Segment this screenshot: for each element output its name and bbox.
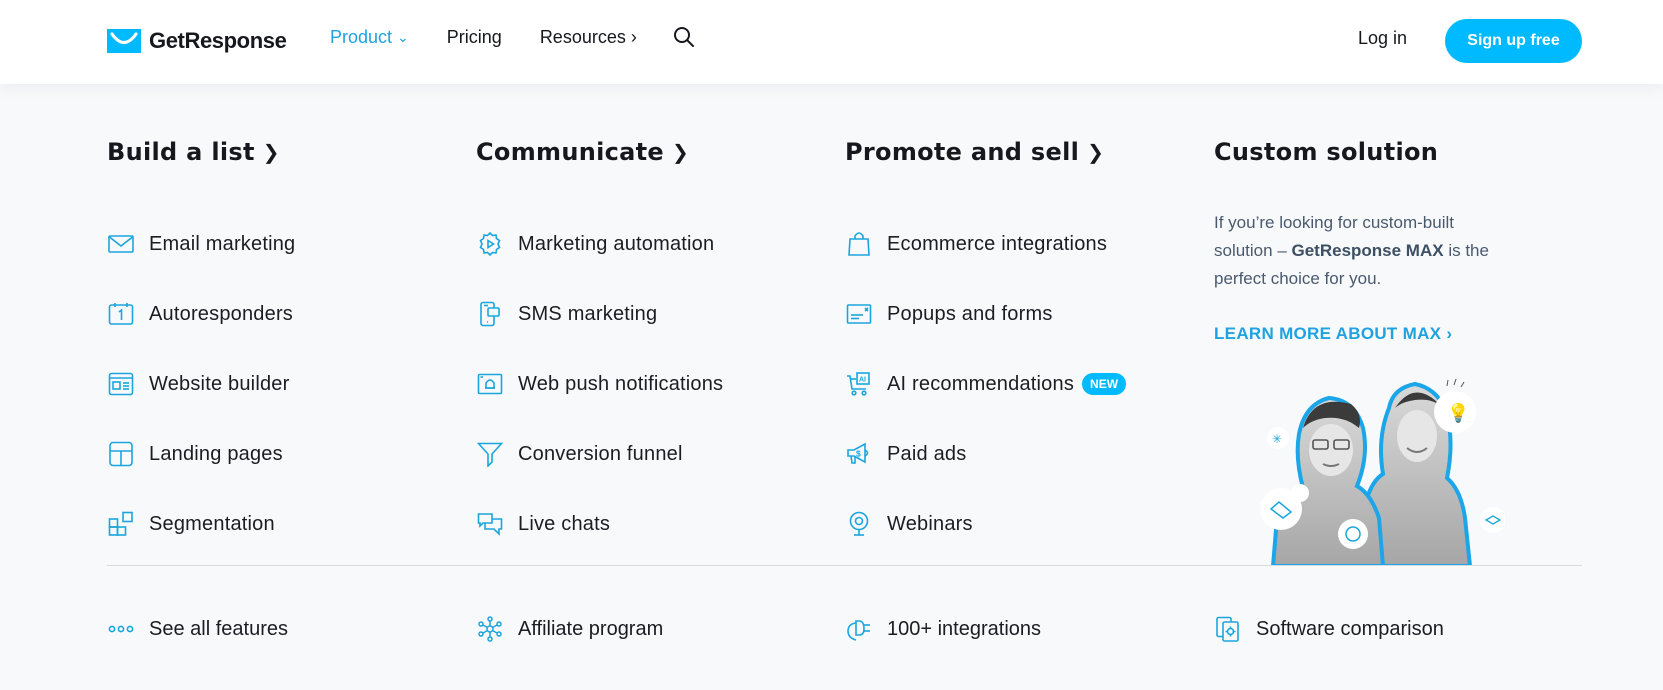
nav-resources[interactable]: Resources › <box>540 27 637 48</box>
menu-item-label: Ecommerce integrations <box>887 232 1108 255</box>
column-build-a-list: Build a list ❯ Email marketing Autorespo… <box>107 138 295 559</box>
menu-item-webinars[interactable]: Webinars <box>845 489 1126 559</box>
menu-item-sms-marketing[interactable]: SMS marketing <box>476 279 723 349</box>
bottom-link-affiliate-program[interactable]: Affiliate program <box>476 615 663 643</box>
menu-item-label: Webinars <box>887 512 973 535</box>
getresponse-logo[interactable]: GetResponse <box>107 28 287 54</box>
menu-item-label: Segmentation <box>149 512 275 535</box>
nav-resources-label: Resources <box>539 26 626 47</box>
menu-item-label: Conversion funnel <box>518 442 683 465</box>
ai-cart-icon: AI <box>845 370 873 398</box>
svg-text:$: $ <box>856 449 861 459</box>
menu-item-label: Paid ads <box>887 442 967 465</box>
nav-pricing[interactable]: Pricing <box>447 27 502 48</box>
popup-icon <box>845 300 873 328</box>
menu-item-ecommerce-integrations[interactable]: Ecommerce integrations <box>845 209 1126 279</box>
layout-icon <box>107 440 135 468</box>
menu-item-landing-pages[interactable]: Landing pages <box>107 419 295 489</box>
menu-item-paid-ads[interactable]: $ Paid ads <box>845 419 1126 489</box>
logo-text: GetResponse <box>149 28 287 53</box>
segmentation-icon <box>107 510 135 538</box>
bottom-link-label: See all features <box>149 617 288 640</box>
menu-item-popups-and-forms[interactable]: Popups and forms <box>845 279 1126 349</box>
calendar-icon <box>107 300 135 328</box>
megaphone-dollar-icon: $ <box>845 440 873 468</box>
chevron-down-icon: ⌄ <box>397 28 409 45</box>
menu-item-ai-recommendations[interactable]: AI AI recommendations NEW <box>845 349 1127 419</box>
menu-item-label: Web push notifications <box>518 372 724 395</box>
column-promote-and-sell: Promote and sell ❯ Ecommerce integration… <box>845 138 1127 559</box>
plug-icon <box>845 615 873 643</box>
menu-item-website-builder[interactable]: Website builder <box>107 349 295 419</box>
menu-item-label: Website builder <box>149 372 290 395</box>
menu-item-label: Popups and forms <box>887 302 1053 325</box>
chevron-right-icon: ❯ <box>672 140 690 164</box>
bottom-link-see-all-features[interactable]: See all features <box>107 615 288 643</box>
column-title-communicate[interactable]: Communicate ❯ <box>476 138 723 166</box>
gear-play-icon <box>476 230 504 258</box>
funnel-icon <box>476 440 504 468</box>
menu-item-label: Marketing automation <box>518 232 715 255</box>
nav-product[interactable]: Product ⌄ <box>330 27 409 48</box>
learn-more-max-link[interactable]: LEARN MORE ABOUT MAX › <box>1214 324 1452 344</box>
menu-item-live-chats[interactable]: Live chats <box>476 489 723 559</box>
menu-item-segmentation[interactable]: Segmentation <box>107 489 295 559</box>
column-title-build-a-list[interactable]: Build a list ❯ <box>107 138 295 166</box>
menu-item-label: Email marketing <box>149 232 296 255</box>
network-icon <box>476 615 504 643</box>
column-title-text: Communicate <box>476 138 664 166</box>
menu-item-label: Autoresponders <box>149 302 294 325</box>
column-title-promote-and-sell[interactable]: Promote and sell ❯ <box>845 138 1126 166</box>
webcam-icon <box>845 510 873 538</box>
main-nav: Product ⌄ Pricing Resources › <box>330 26 695 48</box>
chevron-right-icon: › <box>630 26 637 47</box>
chevron-right-icon: ❯ <box>262 140 280 164</box>
logo-envelope-icon <box>107 29 141 53</box>
search-icon[interactable] <box>673 26 695 48</box>
section-divider <box>107 565 1582 566</box>
menu-item-conversion-funnel[interactable]: Conversion funnel <box>476 419 723 489</box>
bottom-link-label: Software comparison <box>1256 617 1444 640</box>
menu-item-label: Live chats <box>518 512 611 535</box>
chevron-right-icon: ❯ <box>1087 140 1105 164</box>
browser-bell-icon <box>476 370 504 398</box>
bottom-link-software-comparison[interactable]: Software comparison <box>1214 615 1444 643</box>
svg-text:💡: 💡 <box>1447 402 1469 423</box>
phone-message-icon <box>476 300 504 328</box>
new-badge: NEW <box>1082 373 1127 395</box>
menu-item-label: Landing pages <box>149 442 283 465</box>
bottom-link-label: Affiliate program <box>518 617 664 640</box>
menu-item-autoresponders[interactable]: Autoresponders <box>107 279 295 349</box>
menu-item-email-marketing[interactable]: Email marketing <box>107 209 295 279</box>
column-custom-solution: Custom solution <box>1214 138 1438 166</box>
desc-bold: GetResponse MAX <box>1291 241 1444 260</box>
column-communicate: Communicate ❯ Marketing automation SMS m… <box>476 138 723 559</box>
custom-solution-description: If you’re looking for custom-built solut… <box>1214 209 1514 293</box>
dots-icon <box>107 615 135 643</box>
menu-item-web-push[interactable]: Web push notifications <box>476 349 723 419</box>
column-title-custom-solution: Custom solution <box>1214 138 1439 166</box>
signup-button[interactable]: Sign up free <box>1445 19 1582 63</box>
shopping-bag-icon <box>845 230 873 258</box>
website-icon <box>107 370 135 398</box>
svg-text:✳: ✳ <box>1272 432 1282 446</box>
svg-text:AI: AI <box>859 377 866 384</box>
nav-pricing-label: Pricing <box>446 26 502 47</box>
bottom-link-label: 100+ integrations <box>887 617 1042 640</box>
compare-docs-icon <box>1214 615 1242 643</box>
menu-item-label: AI recommendations <box>887 372 1075 395</box>
bottom-link-integrations[interactable]: 100+ integrations <box>845 615 1041 643</box>
menu-item-label: SMS marketing <box>518 302 658 325</box>
nav-product-label: Product <box>330 26 393 47</box>
column-title-text: Promote and sell <box>845 138 1080 166</box>
team-photo-illustration: ✳ 💡 <box>1260 378 1505 566</box>
top-navigation: GetResponse Product ⌄ Pricing Resources … <box>0 0 1663 84</box>
column-title-text: Build a list <box>107 138 255 166</box>
envelope-icon <box>107 230 135 258</box>
login-link[interactable]: Log in <box>1358 28 1407 49</box>
chat-bubbles-icon <box>476 510 504 538</box>
menu-item-marketing-automation[interactable]: Marketing automation <box>476 209 723 279</box>
